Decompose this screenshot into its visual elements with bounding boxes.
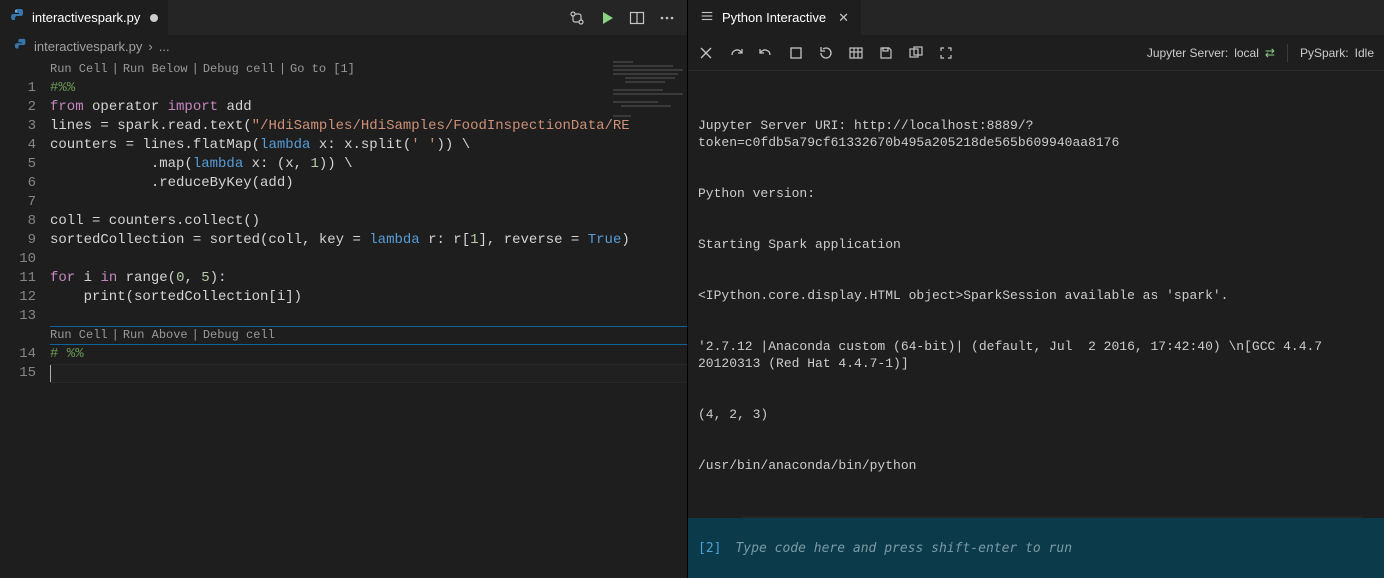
jupyter-server-value[interactable]: local bbox=[1234, 46, 1259, 60]
pyspark-label: PySpark: bbox=[1300, 46, 1349, 60]
export-icon[interactable] bbox=[908, 45, 924, 61]
undo-icon[interactable] bbox=[758, 45, 774, 61]
interactive-output[interactable]: Jupyter Server URI: http://localhost:888… bbox=[688, 71, 1384, 518]
editor-tab[interactable]: interactivespark.py bbox=[0, 0, 168, 35]
cancel-icon[interactable] bbox=[698, 45, 714, 61]
breadcrumb-tail: ... bbox=[159, 39, 170, 54]
code-area[interactable]: Run Cell| Run Below| Debug cell| Go to [… bbox=[50, 57, 687, 578]
more-actions-icon[interactable] bbox=[659, 10, 675, 26]
editor-tab-actions bbox=[569, 10, 687, 26]
breadcrumb-file: interactivespark.py bbox=[34, 39, 142, 54]
goto-cell-link[interactable]: Go to [1] bbox=[290, 60, 355, 79]
code-lens-top: Run Cell| Run Below| Debug cell| Go to [… bbox=[50, 60, 687, 79]
variables-icon[interactable] bbox=[848, 45, 864, 61]
jupyter-server-label: Jupyter Server: bbox=[1147, 46, 1228, 60]
interactive-tab-bar: Python Interactive ✕ bbox=[688, 0, 1384, 35]
debug-cell-link[interactable]: Debug cell bbox=[203, 60, 275, 79]
pyspark-value[interactable]: Idle bbox=[1355, 46, 1374, 60]
close-tab-icon[interactable]: ✕ bbox=[838, 10, 849, 26]
debug-cell-link[interactable]: Debug cell bbox=[203, 326, 275, 345]
python-file-icon bbox=[14, 38, 28, 55]
restart-icon[interactable] bbox=[818, 45, 834, 61]
python-file-icon bbox=[10, 8, 26, 27]
dirty-indicator-icon bbox=[150, 14, 158, 22]
run-above-link[interactable]: Run Above bbox=[123, 326, 188, 345]
interactive-tab[interactable]: Python Interactive ✕ bbox=[688, 0, 861, 35]
input-prompt: [2] bbox=[698, 541, 721, 556]
editor-tab-bar: interactivespark.py bbox=[0, 0, 687, 35]
run-below-link[interactable]: Run Below bbox=[123, 60, 188, 79]
editor-pane: interactivespark.py interactivespark.py … bbox=[0, 0, 688, 578]
redo-icon[interactable] bbox=[728, 45, 744, 61]
compare-changes-icon[interactable] bbox=[569, 10, 585, 26]
minimap[interactable] bbox=[607, 57, 687, 177]
run-cell-link[interactable]: Run Cell bbox=[50, 326, 108, 345]
interactive-pane: Python Interactive ✕ Jupyter Server: loc… bbox=[688, 0, 1384, 578]
line-number-gutter: 12345678910111213 1415 bbox=[0, 57, 50, 578]
tab-filename: interactivespark.py bbox=[32, 10, 140, 25]
interrupt-icon[interactable] bbox=[788, 45, 804, 61]
split-editor-icon[interactable] bbox=[629, 10, 645, 26]
interactive-toolbar: Jupyter Server: local ⇄ PySpark: Idle bbox=[688, 35, 1384, 71]
save-icon[interactable] bbox=[878, 45, 894, 61]
breadcrumb-sep: › bbox=[148, 39, 152, 54]
run-icon[interactable] bbox=[599, 10, 615, 26]
interactive-status: Jupyter Server: local ⇄ PySpark: Idle bbox=[1147, 44, 1374, 62]
input-placeholder: Type code here and press shift-enter to … bbox=[735, 541, 1072, 556]
text-cursor bbox=[50, 365, 51, 382]
interactive-tab-title: Python Interactive bbox=[722, 10, 826, 25]
code-editor[interactable]: 12345678910111213 1415 Run Cell| Run Bel… bbox=[0, 57, 687, 578]
run-cell-link[interactable]: Run Cell bbox=[50, 60, 108, 79]
code-lens-cell2: Run Cell| Run Above| Debug cell bbox=[50, 326, 687, 345]
startup-info: Jupyter Server URI: http://localhost:888… bbox=[698, 83, 1384, 508]
expand-icon[interactable] bbox=[938, 45, 954, 61]
interactive-input[interactable]: [2] Type code here and press shift-enter… bbox=[688, 518, 1384, 578]
breadcrumb[interactable]: interactivespark.py › ... bbox=[0, 35, 687, 57]
server-connected-icon: ⇄ bbox=[1265, 46, 1275, 60]
hamburger-icon bbox=[700, 9, 714, 26]
